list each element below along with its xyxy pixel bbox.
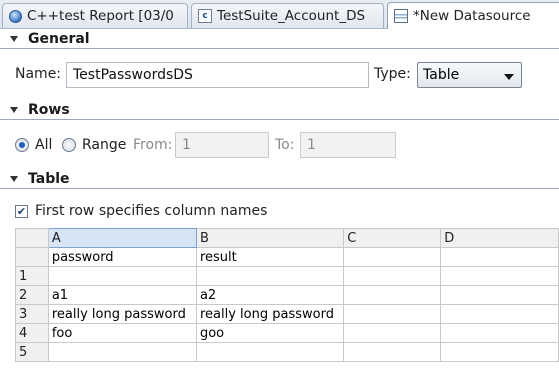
first-row-label[interactable]: First row specifies column names [35, 203, 267, 219]
radio-all[interactable] [15, 138, 29, 152]
radio-range-label[interactable]: Range [82, 137, 126, 153]
grid-cell[interactable] [195, 342, 345, 362]
tab-label: C++test Report [03/0 [27, 8, 174, 24]
row-number[interactable]: 5 [15, 342, 49, 362]
from-label: From: [133, 137, 173, 153]
table-row: 1 [15, 266, 559, 286]
type-select-value: Table [423, 67, 460, 83]
to-field[interactable] [300, 132, 396, 158]
grid-cell[interactable] [343, 247, 442, 267]
editor-tab-bar: C++test Report [03/0 c TestSuite_Account… [0, 0, 559, 29]
table-row: 3 really long password really long passw… [15, 304, 559, 324]
tab-label: *New Datasource [413, 8, 531, 24]
grid-cell[interactable] [440, 247, 559, 267]
grid-cell[interactable]: goo [195, 323, 345, 343]
column-header-c[interactable]: C [343, 228, 442, 248]
radio-all-label[interactable]: All [35, 137, 52, 153]
grid-cell[interactable]: really long password [47, 304, 197, 324]
collapse-arrow-icon[interactable] [10, 35, 18, 42]
tab-new-datasource[interactable]: *New Datasource [387, 2, 559, 29]
section-general-header[interactable]: General [0, 29, 559, 49]
dropdown-arrow-icon [504, 74, 514, 80]
section-title: Table [28, 170, 70, 187]
from-field[interactable] [175, 132, 269, 158]
type-select[interactable]: Table [417, 62, 522, 88]
c-file-icon: c [198, 9, 212, 23]
grid-cell[interactable] [343, 323, 442, 343]
grid-cell[interactable]: password [47, 247, 197, 267]
grid-cell[interactable] [343, 266, 442, 286]
data-table: A B C D password result 1 2 a1 a2 3 real… [15, 228, 559, 362]
table-row: 4 foo goo [15, 323, 559, 343]
tab-testsuite-account-ds[interactable]: c TestSuite_Account_DS [191, 3, 384, 28]
name-label: Name: [15, 66, 62, 82]
grid-cell[interactable] [440, 323, 559, 343]
row-number[interactable]: 3 [15, 304, 49, 324]
tab-label: TestSuite_Account_DS [217, 8, 366, 24]
corner-cell[interactable] [15, 228, 49, 248]
grid-cell[interactable] [195, 266, 345, 286]
grid-cell[interactable]: really long password [195, 304, 345, 324]
grid-cell[interactable] [47, 342, 197, 362]
collapse-arrow-icon[interactable] [10, 106, 18, 113]
data-grid: A B C D password result 1 2 a1 a2 3 real… [15, 228, 559, 368]
grid-cell[interactable]: a1 [47, 285, 197, 305]
column-header-d[interactable]: D [440, 228, 559, 248]
globe-icon [9, 9, 22, 23]
tab-cpptest-report[interactable]: C++test Report [03/0 [2, 3, 188, 28]
grid-cell[interactable] [440, 285, 559, 305]
grid-cell[interactable] [343, 342, 442, 362]
row-number[interactable] [15, 247, 49, 267]
grid-cell[interactable] [440, 304, 559, 324]
row-number[interactable]: 2 [15, 285, 49, 305]
table-row: 2 a1 a2 [15, 285, 559, 305]
grid-cell[interactable] [343, 285, 442, 305]
radio-range[interactable] [62, 138, 76, 152]
section-table-header[interactable]: Table [0, 169, 559, 189]
row-number[interactable]: 4 [15, 323, 49, 343]
grid-cell[interactable]: foo [47, 323, 197, 343]
grid-cell[interactable] [47, 266, 197, 286]
column-header-b[interactable]: B [195, 228, 345, 248]
section-title: General [28, 30, 90, 47]
collapse-arrow-icon[interactable] [10, 175, 18, 182]
section-title: Rows [28, 101, 70, 118]
grid-cell[interactable]: a2 [195, 285, 345, 305]
column-header-a[interactable]: A [47, 228, 197, 248]
grid-cell[interactable] [440, 342, 559, 362]
name-field[interactable] [66, 62, 369, 88]
first-row-checkbox[interactable]: ✔ [15, 205, 28, 218]
grid-cell[interactable] [343, 304, 442, 324]
table-row: password result [15, 247, 559, 267]
table-row: 5 [15, 342, 559, 362]
row-number[interactable]: 1 [15, 266, 49, 286]
grid-cell[interactable]: result [195, 247, 345, 267]
section-rows-header[interactable]: Rows [0, 100, 559, 120]
to-label: To: [275, 137, 295, 153]
column-header-row: A B C D [15, 228, 559, 248]
grid-cell[interactable] [440, 266, 559, 286]
datasource-icon [394, 9, 408, 23]
type-label: Type: [374, 66, 411, 82]
